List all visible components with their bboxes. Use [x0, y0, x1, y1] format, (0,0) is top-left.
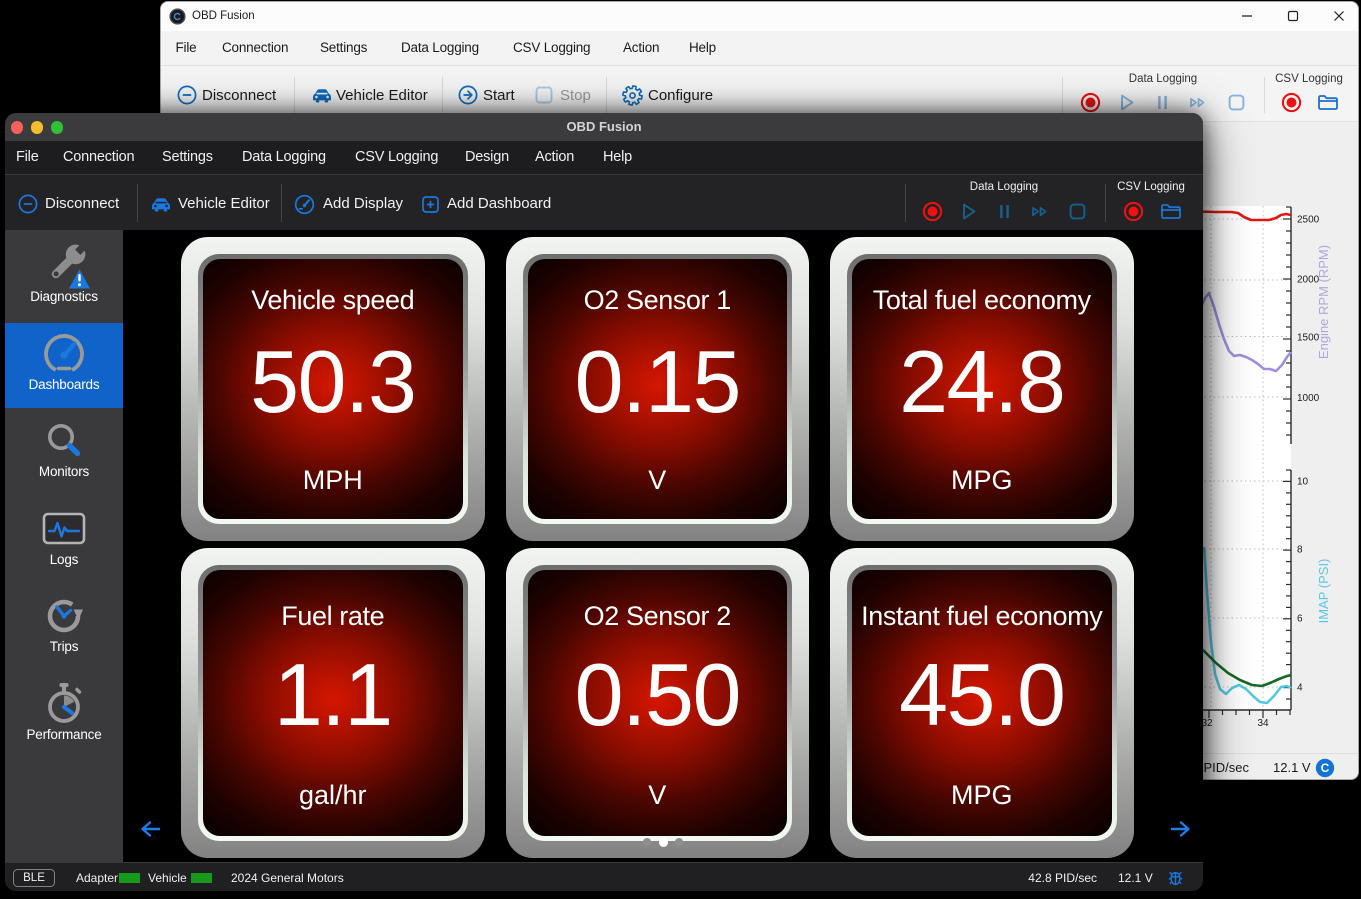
svg-text:IMAP (PSI): IMAP (PSI) [1316, 559, 1331, 624]
svg-text:8: 8 [1297, 545, 1303, 556]
svg-text:4: 4 [1297, 683, 1303, 694]
svg-text:C: C [1321, 761, 1330, 775]
svg-text:1000: 1000 [1297, 393, 1320, 404]
svg-text:6: 6 [1297, 614, 1303, 625]
svg-text:32: 32 [1201, 718, 1213, 729]
svg-text:10: 10 [1297, 477, 1309, 488]
svg-text:34: 34 [1257, 718, 1269, 729]
svg-text:Engine RPM (RPM): Engine RPM (RPM) [1316, 245, 1331, 359]
svg-text:2500: 2500 [1297, 215, 1320, 226]
